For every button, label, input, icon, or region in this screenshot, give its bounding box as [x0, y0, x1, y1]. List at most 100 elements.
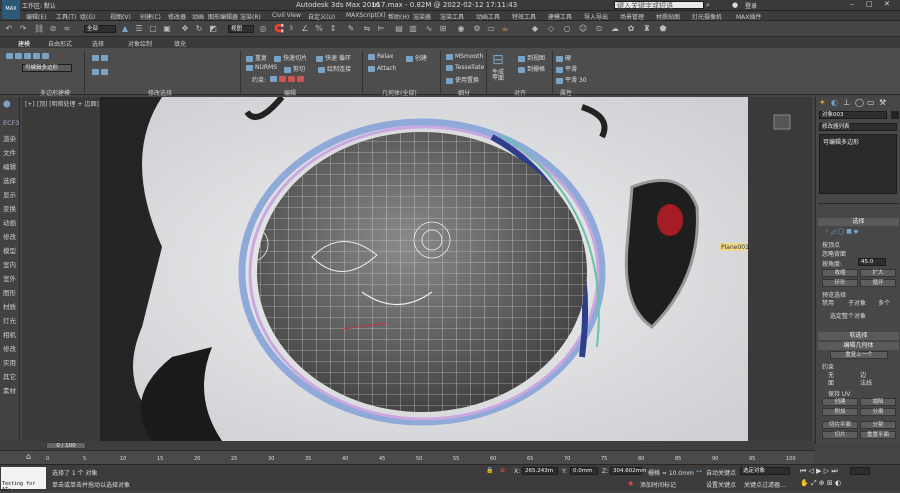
menu-render-tools[interactable]: 渲染工具 [440, 12, 464, 21]
unlink-icon[interactable]: ⊘ [48, 24, 58, 34]
group-poly-modeling[interactable]: 多边形建模 [40, 88, 70, 97]
named-selection-icon[interactable]: ✎ [346, 24, 356, 34]
menu-edit[interactable]: 编辑(E) [26, 12, 46, 21]
swift-loop-button[interactable]: 快速 循环 [316, 53, 351, 62]
x-coordinate[interactable]: 265.243m [522, 467, 558, 475]
utilities-tab-icon[interactable]: ⚒ [879, 98, 886, 107]
left-item-assets[interactable]: 素材 [3, 385, 16, 395]
modifier-stack[interactable]: 可编辑多边形 [819, 134, 897, 194]
select-object-icon[interactable]: ▲ [120, 24, 130, 34]
menu-renderer[interactable]: 渲染器 [413, 12, 431, 21]
layer-explorer-icon[interactable]: ▤ [394, 24, 404, 34]
selection-set-dropdown[interactable]: 选定对象 [740, 467, 790, 475]
left-item-exterior[interactable]: 室外 [3, 273, 16, 283]
max-logo[interactable]: MAX [2, 0, 20, 19]
time-slider-thumb[interactable]: 0 / 100 [46, 442, 86, 449]
object-color-swatch[interactable] [891, 111, 899, 119]
render-teapot-icon[interactable]: ☕ [500, 24, 510, 34]
create-button[interactable]: 创建 [406, 53, 427, 62]
left-item-select[interactable]: 选择 [3, 175, 16, 185]
filter-icon[interactable]: ⌂ [26, 452, 31, 461]
menu-animation[interactable]: 动画 [192, 12, 204, 21]
display-tab-icon[interactable]: ▭ [867, 98, 875, 107]
quick-slice-button[interactable]: 快速切片 [274, 53, 307, 62]
login-link[interactable]: 登录 [745, 1, 757, 10]
rotate-icon[interactable]: ↻ [194, 24, 204, 34]
viewport-label[interactable]: [+] [顶] [明暗处理 + 边面] [25, 99, 99, 108]
percent-snap-icon[interactable]: % [314, 24, 324, 34]
ignore-backfacing-checkbox[interactable]: 忽略背面 [822, 249, 846, 258]
slice-plane-button[interactable]: 切片平面 [822, 421, 858, 429]
shrink-icon[interactable] [101, 54, 108, 61]
shrink-button[interactable]: 收缩 [822, 269, 858, 277]
ring-button[interactable]: 环形 [822, 279, 858, 287]
constraint-face-radio[interactable]: 面 [828, 378, 834, 387]
menu-materials[interactable]: 材质贴图 [656, 12, 680, 21]
left-item-camera[interactable]: 相机 [3, 329, 16, 339]
constraint-normal-icon[interactable] [297, 75, 304, 82]
nurms-button[interactable]: NURMS [246, 64, 277, 71]
menu-modifiers[interactable]: 修改器 [168, 12, 186, 21]
constraint-face-icon[interactable] [288, 75, 295, 82]
left-item-edit[interactable]: 编辑 [3, 161, 16, 171]
subobject-icons[interactable]: ⁘ ◿ ◯ ■ ◆ [824, 228, 858, 235]
extra-tool-icon-9[interactable]: ⬟ [658, 24, 668, 34]
window-crossing-icon[interactable]: ▣ [162, 24, 172, 34]
menu-import-export[interactable]: 导入导出 [584, 12, 608, 21]
border-mode-icon[interactable] [24, 52, 31, 59]
create-button-panel[interactable]: 创建 [822, 398, 858, 406]
edge-mode-icon[interactable] [15, 52, 22, 59]
repeat-last-button[interactable]: 重复上一个 [830, 351, 888, 359]
mirror-icon[interactable]: ⇋ [362, 24, 372, 34]
menu-rendering[interactable]: 渲染(R) [240, 12, 261, 21]
left-item-materials[interactable]: 材质 [3, 301, 16, 311]
constraint-edge-icon[interactable] [279, 75, 286, 82]
tab-populate[interactable]: 填充 [174, 39, 186, 48]
by-angle-checkbox[interactable]: 按角度: [822, 259, 842, 268]
menu-tools[interactable]: 工具(T) [56, 12, 76, 21]
maxscript-listener[interactable]: Testing for AI: [1, 467, 46, 493]
track-bar[interactable]: ⌂ 0 5 10 15 20 25 30 35 40 45 50 55 60 65 70 75 80 85 90 95… [0, 450, 815, 464]
spinner-snap-icon[interactable]: ⇕ [328, 24, 338, 34]
soft-selection-rollout-header[interactable]: 软选择 [818, 332, 899, 340]
select-by-name-icon[interactable]: ☰ [134, 24, 144, 34]
y-coordinate[interactable]: 0.0mm [570, 467, 598, 475]
menu-maxscript[interactable]: MAXScript(X) [346, 12, 386, 19]
set-key-button[interactable]: 设置关键点 [706, 480, 736, 489]
scale-icon[interactable]: ◩ [208, 24, 218, 34]
left-item-interior[interactable]: 室内 [3, 259, 16, 269]
group-properties[interactable]: 属性 [560, 88, 572, 97]
element-mode-icon[interactable] [42, 52, 49, 59]
angle-spinner[interactable]: 45.0 [858, 258, 886, 266]
lock-icon[interactable]: 🔒 [486, 467, 493, 474]
tab-selection[interactable]: 选择 [92, 39, 104, 48]
extra-tool-icon-7[interactable]: ✿ [626, 24, 636, 34]
constraint-normal-radio[interactable]: 法线 [860, 378, 872, 387]
ribbon-toggle-icon[interactable]: ▥ [408, 24, 418, 34]
by-vertex-checkbox[interactable]: 按顶点 [822, 240, 840, 249]
stack-item-editable-poly[interactable]: 可编辑多边形 [823, 137, 859, 146]
extra-tool-icon-4[interactable]: ☺ [578, 24, 588, 34]
use-displacement-button[interactable]: 使用置换 [446, 75, 479, 84]
object-label[interactable]: Plane001 [721, 244, 749, 251]
ring-icon[interactable] [92, 68, 99, 75]
reset-plane-button[interactable]: 重置平面 [860, 431, 896, 439]
workspace-label[interactable]: 工作区: 默认 [22, 1, 56, 10]
split-checkbox[interactable]: 分割 [860, 421, 896, 429]
left-item-utilities[interactable]: 实用 [3, 357, 16, 367]
left-item-transform[interactable]: 变换 [3, 203, 16, 213]
preview-multi-radio[interactable]: 多个 [878, 298, 890, 307]
smooth30-button[interactable]: 平滑 30 [556, 75, 587, 84]
to-view-button[interactable]: 到视图 [518, 53, 545, 62]
absolute-mode-icon[interactable]: ⊕ [500, 467, 505, 474]
tab-freeform[interactable]: 自由形式 [48, 39, 72, 48]
edit-geometry-rollout-header[interactable]: 编辑几何体 [818, 342, 899, 350]
current-frame-field[interactable] [850, 467, 870, 475]
preview-subobject-radio[interactable]: 子对象 [848, 298, 866, 307]
selection-rollout-header[interactable]: 选择 [818, 218, 899, 226]
modify-tab-icon[interactable]: ◐ [831, 98, 838, 107]
reference-coord-dropdown[interactable]: 视图 [228, 25, 254, 33]
menu-view[interactable]: 视图(V) [110, 12, 131, 21]
align-icon[interactable]: ⊨ [376, 24, 386, 34]
menu-group[interactable]: 组(G) [80, 12, 95, 21]
